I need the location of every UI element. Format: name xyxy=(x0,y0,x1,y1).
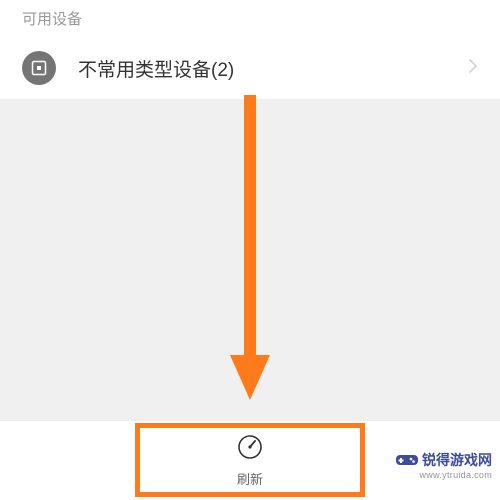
bottom-toolbar: 刷新 xyxy=(0,420,500,500)
refresh-label: 刷新 xyxy=(237,469,263,488)
chevron-right-icon xyxy=(468,58,478,79)
more-icon[interactable] xyxy=(450,458,470,464)
section-header-available-devices: 可用设备 xyxy=(0,0,500,37)
list-item-label: 不常用类型设备(2) xyxy=(78,55,468,82)
device-generic-icon xyxy=(22,51,56,85)
refresh-button[interactable]: 刷新 xyxy=(70,421,430,500)
empty-content-area xyxy=(0,99,500,399)
list-item-uncommon-devices[interactable]: 不常用类型设备(2) xyxy=(0,37,500,99)
speedometer-icon xyxy=(237,434,263,465)
